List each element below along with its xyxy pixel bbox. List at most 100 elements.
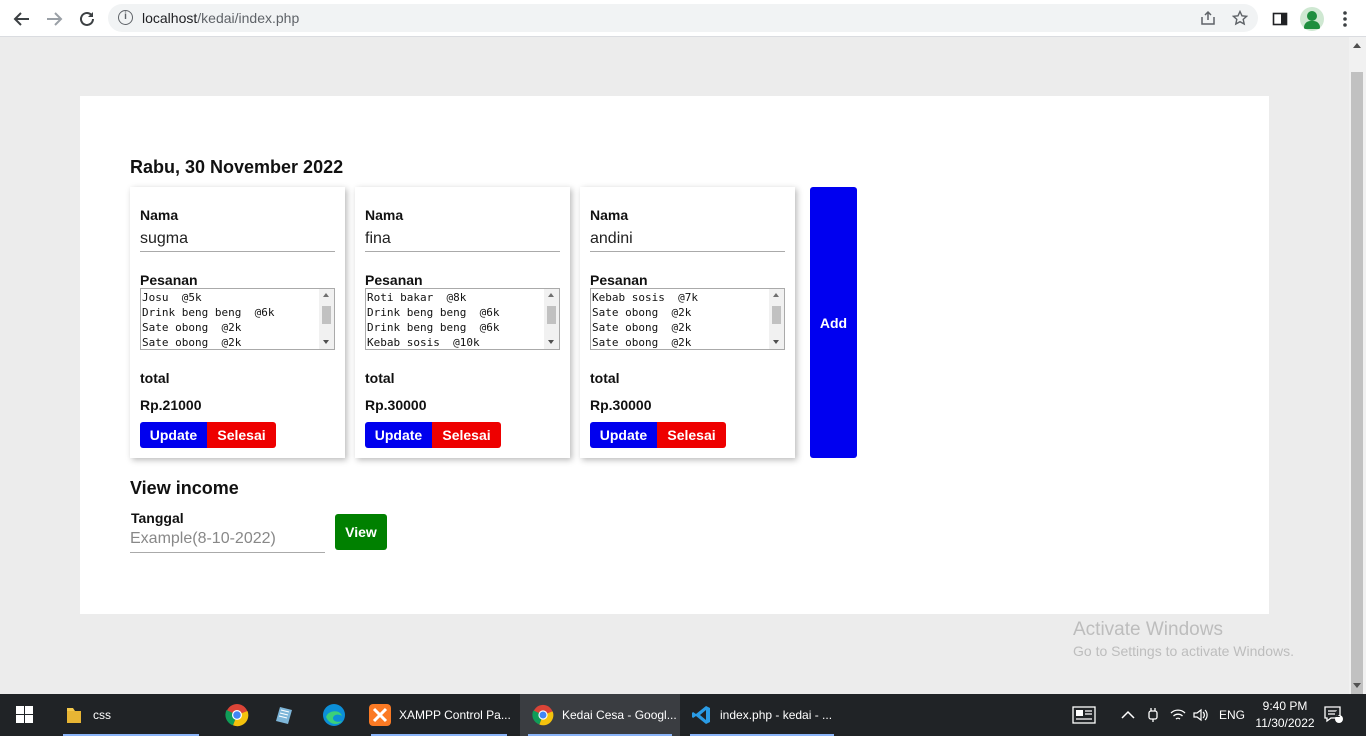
folder-icon: [67, 708, 81, 723]
taskbar-item-chrome[interactable]: [218, 694, 256, 736]
scroll-down-icon[interactable]: [1353, 683, 1361, 688]
total-label: total: [140, 370, 170, 386]
name-label: Nama: [365, 207, 404, 223]
order-card: Nama Pesanan Josu @5k Drink beng beng @6…: [130, 187, 345, 458]
power-plug-icon[interactable]: [1146, 694, 1160, 736]
url-path: /kedai/index.php: [197, 10, 300, 26]
vscode-icon: [692, 706, 710, 724]
orders-textarea[interactable]: Roti bakar @8k Drink beng beng @6k Drink…: [365, 288, 560, 350]
scroll-down-icon[interactable]: [323, 340, 329, 344]
url-host: localhost: [142, 10, 198, 26]
clock-date: 11/30/2022: [1255, 716, 1315, 730]
taskbar-item-kedai-chrome[interactable]: Kedai Cesa - Googl...: [520, 694, 680, 736]
main-panel: Rabu, 30 November 2022 Nama Pesanan Josu…: [80, 96, 1269, 614]
url-text[interactable]: localhost/kedai/index.php: [142, 10, 299, 26]
taskbar-item-label: css: [93, 708, 111, 722]
orders-text: Kebab sosis @7k Sate obong @2k Sate obon…: [592, 291, 698, 349]
scroll-thumb[interactable]: [322, 306, 331, 324]
view-button[interactable]: View: [335, 514, 387, 550]
orders-scrollbar[interactable]: [319, 289, 334, 349]
selesai-button[interactable]: Selesai: [207, 422, 276, 448]
total-value: Rp.30000: [590, 397, 652, 413]
notepad-icon: [276, 707, 292, 724]
orders-text: Roti bakar @8k Drink beng beng @6k Drink…: [367, 291, 500, 349]
selesai-button[interactable]: Selesai: [432, 422, 501, 448]
page-scrollbar[interactable]: [1349, 37, 1366, 714]
scroll-thumb[interactable]: [547, 306, 556, 324]
edge-icon: [323, 704, 345, 726]
menu-kebab-icon[interactable]: [1332, 6, 1358, 32]
add-button[interactable]: Add: [810, 187, 857, 458]
taskbar-item-vscode[interactable]: index.php - kedai - ...: [682, 694, 842, 736]
forward-icon[interactable]: [41, 6, 67, 32]
update-button[interactable]: Update: [590, 422, 657, 448]
volume-icon[interactable]: [1193, 694, 1209, 736]
selesai-button[interactable]: Selesai: [657, 422, 726, 448]
notification-center-icon[interactable]: 1: [1324, 694, 1344, 736]
taskbar-item-xampp[interactable]: XAMPP Control Pa...: [363, 694, 515, 736]
tanggal-field[interactable]: [130, 526, 325, 553]
orders-text: Josu @5k Drink beng beng @6k Sate obong …: [142, 291, 275, 349]
name-field[interactable]: [590, 226, 785, 252]
taskbar: css XAMPP Control Pa... Kedai Cesa - Goo…: [0, 694, 1366, 736]
taskbar-item-label: XAMPP Control Pa...: [399, 708, 511, 722]
bookmark-star-icon[interactable]: [1231, 9, 1249, 26]
clock-time: 9:40 PM: [1262, 699, 1308, 713]
name-field[interactable]: [365, 226, 560, 252]
activate-windows-subtitle: Go to Settings to activate Windows.: [1073, 643, 1294, 659]
activate-windows-title: Activate Windows: [1073, 619, 1223, 640]
orders-textarea[interactable]: Kebab sosis @7k Sate obong @2k Sate obon…: [590, 288, 785, 350]
scroll-up-icon[interactable]: [1353, 43, 1361, 48]
show-hidden-icons-chevron-icon[interactable]: [1121, 694, 1135, 736]
taskbar-item-css[interactable]: css: [55, 694, 207, 736]
taskbar-item-notepad[interactable]: [266, 694, 304, 736]
name-label: Nama: [590, 207, 629, 223]
chrome-icon: [225, 704, 249, 727]
taskbar-item-label: index.php - kedai - ...: [720, 708, 833, 722]
total-label: total: [365, 370, 395, 386]
reload-icon[interactable]: [74, 6, 100, 32]
browser-toolbar: i localhost/kedai/index.php: [0, 0, 1366, 37]
total-value: Rp.21000: [140, 397, 202, 413]
profile-avatar-icon[interactable]: [1300, 7, 1324, 31]
scroll-thumb[interactable]: [772, 306, 781, 324]
page-title: Rabu, 30 November 2022: [130, 157, 344, 177]
back-icon[interactable]: [9, 6, 35, 32]
chrome-icon: [532, 704, 554, 726]
language-indicator[interactable]: ENG: [1219, 694, 1245, 736]
scroll-up-icon[interactable]: [773, 293, 779, 297]
address-bar[interactable]: i localhost/kedai/index.php: [108, 4, 1258, 32]
wifi-icon[interactable]: [1170, 694, 1186, 736]
order-card: Nama Pesanan Kebab sosis @7k Sate obong …: [580, 187, 795, 458]
scroll-up-icon[interactable]: [323, 293, 329, 297]
news-icon[interactable]: [1072, 694, 1096, 736]
orders-textarea[interactable]: Josu @5k Drink beng beng @6k Sate obong …: [140, 288, 335, 350]
orders-label: Pesanan: [365, 272, 423, 288]
scroll-down-icon[interactable]: [773, 340, 779, 344]
orders-label: Pesanan: [140, 272, 198, 288]
name-label: Nama: [140, 207, 179, 223]
notification-badge: 1: [1335, 709, 1341, 719]
side-panel-icon[interactable]: [1267, 6, 1293, 32]
scroll-up-icon[interactable]: [548, 293, 554, 297]
share-icon[interactable]: [1200, 10, 1216, 26]
order-card: Nama Pesanan Roti bakar @8k Drink beng b…: [355, 187, 570, 458]
name-field[interactable]: [140, 226, 335, 252]
xampp-icon: [369, 704, 391, 726]
orders-label: Pesanan: [590, 272, 648, 288]
windows-start-icon[interactable]: [16, 706, 33, 723]
scroll-thumb[interactable]: [1351, 72, 1363, 714]
taskbar-item-label: Kedai Cesa - Googl...: [562, 708, 677, 722]
taskbar-item-edge[interactable]: [315, 694, 353, 736]
update-button[interactable]: Update: [365, 422, 432, 448]
scroll-down-icon[interactable]: [548, 340, 554, 344]
total-value: Rp.30000: [365, 397, 427, 413]
orders-scrollbar[interactable]: [769, 289, 784, 349]
system-clock[interactable]: 9:40 PM 11/30/2022: [1250, 698, 1320, 732]
site-info-icon[interactable]: i: [118, 10, 133, 25]
update-button[interactable]: Update: [140, 422, 207, 448]
orders-scrollbar[interactable]: [544, 289, 559, 349]
total-label: total: [590, 370, 620, 386]
tanggal-label: Tanggal: [131, 510, 184, 526]
income-heading: View income: [130, 478, 239, 498]
